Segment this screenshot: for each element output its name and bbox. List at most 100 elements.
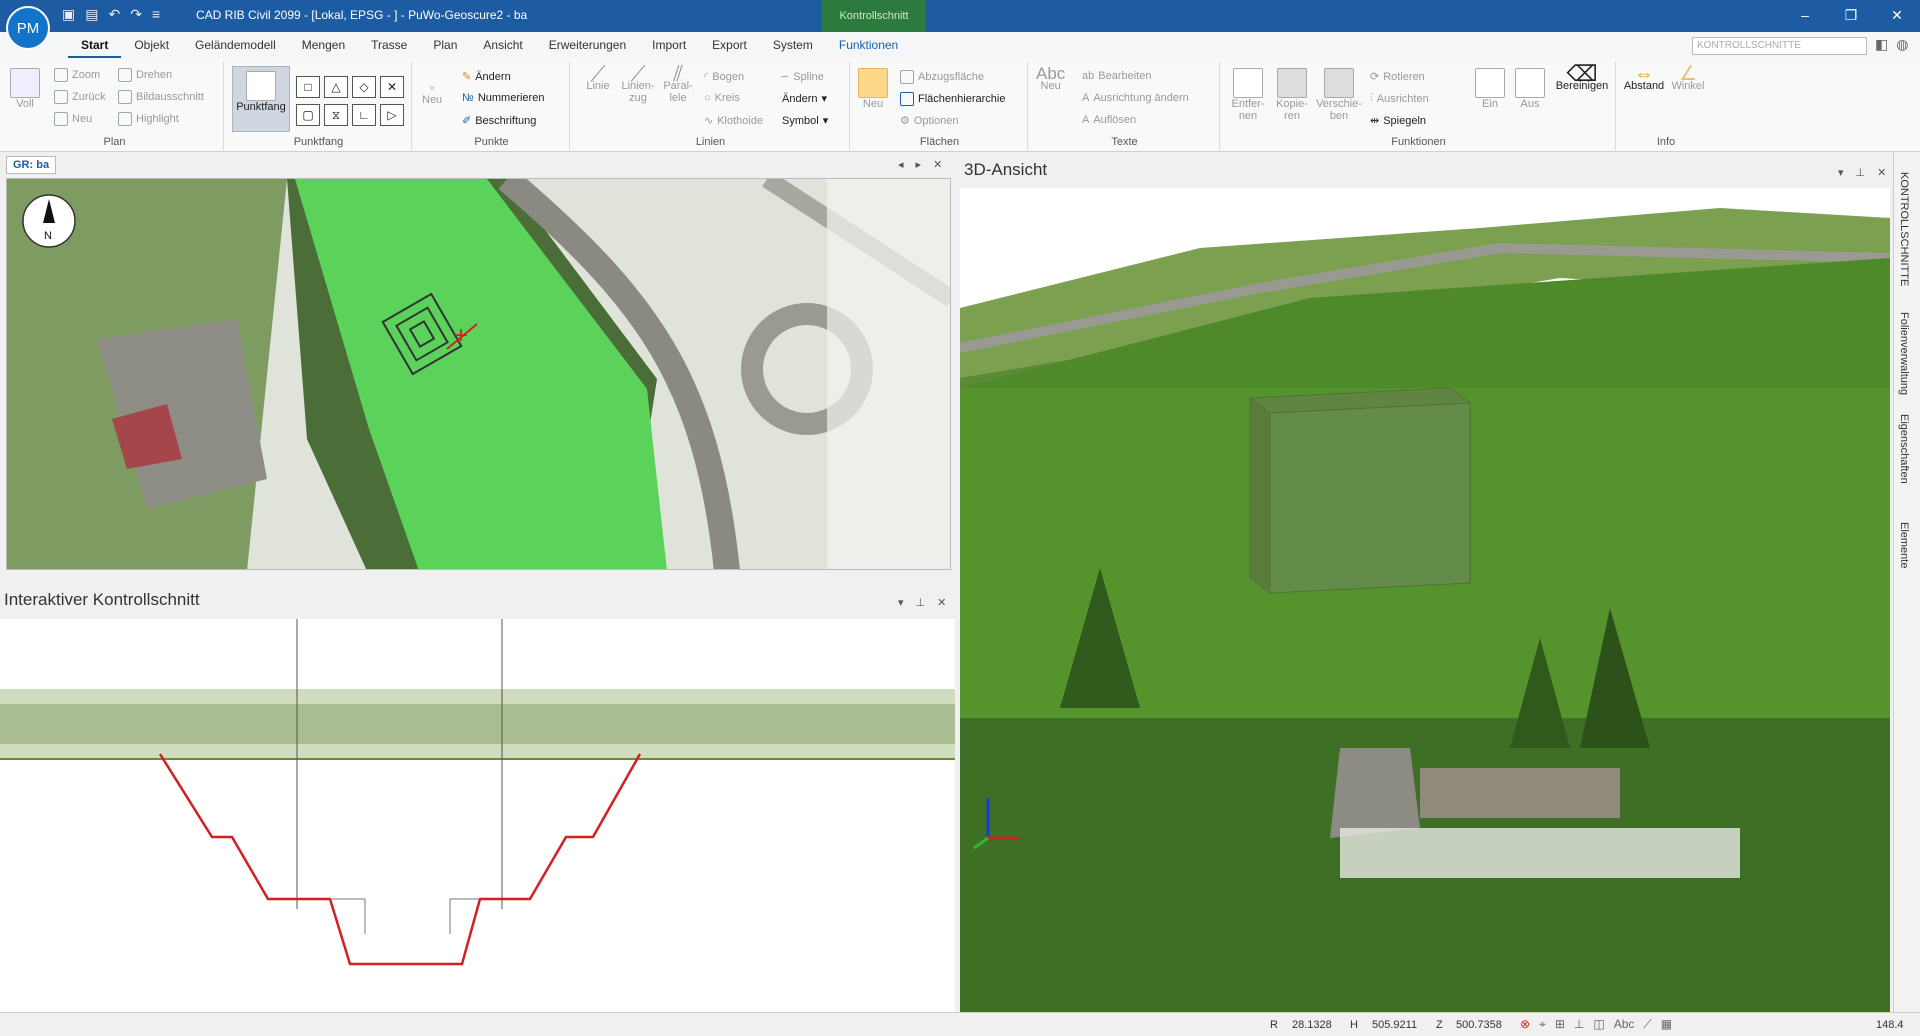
kopieren-button[interactable]: Kopie-ren [1272,68,1312,122]
tab-start[interactable]: Start [68,32,122,58]
prev-icon[interactable]: ◂ [898,158,904,171]
qat-menu-icon[interactable]: ≡ [152,6,160,23]
tab-export[interactable]: Export [699,32,760,58]
bildausschnitt-button[interactable]: Bildausschnitt [118,90,204,104]
parallele-button[interactable]: ⫽ Paral-lele [660,63,696,105]
zoom-level[interactable]: 148.4 [1876,1019,1904,1031]
close-button[interactable]: ✕ [1874,0,1920,32]
context-tab-kontrollschnitt[interactable]: Kontrollschnitt [822,0,926,32]
tab-trasse[interactable]: Trasse [358,32,420,58]
verschieben-button[interactable]: Verschie-ben [1316,68,1362,122]
save-icon[interactable]: ▣ [62,6,75,23]
punktfang-button[interactable]: Punktfang [232,66,290,132]
close-icon[interactable]: ✕ [1877,166,1886,179]
pin-icon[interactable]: ⊥ [916,596,926,609]
layer-icon[interactable]: ◫ [1593,1017,1604,1032]
linienzug-button[interactable]: ⟋ Linien-zug [620,63,656,105]
snap-square-button[interactable]: □ [296,76,320,98]
text-toggle-icon[interactable]: Abc [1614,1017,1635,1032]
entfernen-button[interactable]: Entfer-nen [1228,68,1268,122]
linie-button[interactable]: ⟋ Linie [580,63,616,93]
neu-plan-button[interactable]: Neu [54,112,92,126]
highlight-button[interactable]: Highlight [118,112,179,126]
winkel-button[interactable]: ∠ Winkel [1668,64,1708,92]
flaechenhierarchie-button[interactable]: Flächenhierarchie [900,92,1005,106]
snap-toggle-icon[interactable]: ⌖ [1539,1017,1546,1032]
sidebar-eigenschaften[interactable]: Eigenschaften [1898,414,1910,484]
drehen-button[interactable]: Drehen [118,68,172,82]
redo-icon[interactable]: ↷ [130,6,142,23]
avatar[interactable]: PM [6,6,50,50]
subtract-area-icon [900,70,914,84]
aus-button[interactable]: Aus [1512,68,1548,110]
neu-punkt-button[interactable]: ∘ Neu [422,82,442,106]
sidebar-folienverwaltung[interactable]: Folienverwaltung [1898,312,1910,395]
beschriftung-button[interactable]: ✐ Beschriftung [462,114,536,128]
ribbon-search-input[interactable]: KONTROLLSCHNITTE [1692,37,1867,55]
bearbeiten-button[interactable]: ab Bearbeiten [1082,70,1151,82]
nummerieren-button[interactable]: № Nummerieren [462,92,544,104]
bogen-button[interactable]: ◜ Bogen [704,70,744,84]
tab-objekt[interactable]: Objekt [121,32,182,58]
chevron-down-icon[interactable]: ▾ [898,596,904,609]
snap-triangle-button[interactable]: △ [324,76,348,98]
voll-button[interactable]: Voll [10,68,40,110]
grid-icon[interactable]: ⊞ [1555,1017,1565,1032]
snap-rounded-button[interactable]: ▢ [296,104,320,126]
aendern-punkt-button[interactable]: ✎ Ändern [462,70,511,84]
snap-cross-button[interactable]: ✕ [380,76,404,98]
tab-import[interactable]: Import [639,32,699,58]
undo-icon[interactable]: ↶ [108,6,120,23]
layers-icon[interactable]: ◧ [1875,36,1888,53]
spline-button[interactable]: ∽ Spline [780,70,824,84]
next-icon[interactable]: ▸ [916,158,922,171]
section-view[interactable] [0,619,955,1012]
sidebar-elemente[interactable]: Elemente [1898,522,1910,568]
minimize-button[interactable]: – [1782,0,1828,32]
optionen-button[interactable]: ⚙ Optionen [900,114,959,128]
plan-tab[interactable]: GR: ba [6,156,57,174]
aendern-linie-button[interactable]: Ändern ▾ [782,92,827,106]
plan-view[interactable]: + N [6,178,951,570]
ausrichten-button[interactable]: ⫶ Ausrichten [1370,92,1429,105]
close-icon[interactable]: ✕ [933,158,942,171]
rotieren-button[interactable]: ⟳ Rotieren [1370,70,1425,84]
snap-perpendicular-button[interactable]: ∟ [352,104,376,126]
snap-hourglass-button[interactable]: ⧖ [324,104,348,126]
globe-icon[interactable]: ◍ [1896,36,1908,53]
measure-icon[interactable]: ⟋ [1643,1017,1651,1032]
tab-gelaendemodell[interactable]: Geländemodell [182,32,289,58]
zoom-button[interactable]: Zoom [54,68,100,82]
abzugsflaeche-button[interactable]: Abzugsfläche [900,70,984,84]
chevron-down-icon[interactable]: ▾ [1838,166,1844,179]
pin-icon[interactable]: ⊥ [1856,166,1866,179]
spiegeln-button[interactable]: ⇹ Spiegeln [1370,114,1426,128]
bereinigen-button[interactable]: ⌫ Bereinigen [1552,63,1612,93]
tab-erweiterungen[interactable]: Erweiterungen [536,32,639,58]
abstand-button[interactable]: ⇔ Abstand [1622,64,1666,92]
ausrichtung-button[interactable]: A Ausrichtung ändern [1082,92,1189,104]
sidebar-kontrollschnitte[interactable]: KONTROLLSCHNITTE [1898,172,1910,286]
neu-flaeche-button[interactable]: Neu [858,68,888,110]
ein-button[interactable]: Ein [1472,68,1508,110]
open-icon[interactable]: ▤ [85,6,98,23]
snap-play-button[interactable]: ▷ [380,104,404,126]
zurueck-button[interactable]: Zurück [54,90,106,104]
tab-plan[interactable]: Plan [420,32,470,58]
neu-text-button[interactable]: Abc Neu [1036,65,1065,92]
table-icon[interactable]: ▦ [1661,1017,1672,1032]
stop-icon[interactable]: ⊗ [1520,1017,1530,1032]
tab-funktionen[interactable]: Funktionen [826,32,911,58]
view3d[interactable] [960,188,1890,1012]
restore-button[interactable]: ❐ [1828,0,1874,32]
ortho-icon[interactable]: ⊥ [1574,1017,1584,1032]
tab-system[interactable]: System [760,32,826,58]
tab-ansicht[interactable]: Ansicht [470,32,535,58]
klothoide-button[interactable]: ∿ Klothoide [704,114,763,128]
snap-diamond-button[interactable]: ◇ [352,76,376,98]
aufloesen-button[interactable]: A Auflösen [1082,114,1136,126]
kreis-button[interactable]: ○ Kreis [704,92,740,104]
tab-mengen[interactable]: Mengen [289,32,358,58]
close-icon[interactable]: ✕ [937,596,946,609]
symbol-button[interactable]: Symbol ▾ [782,114,828,128]
